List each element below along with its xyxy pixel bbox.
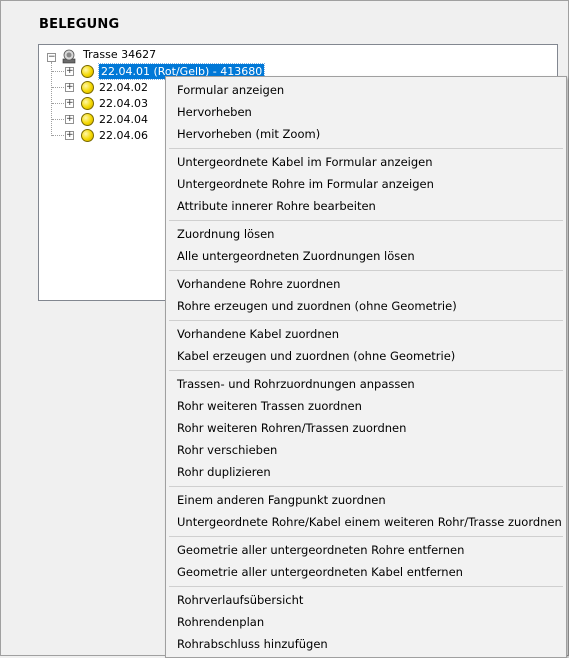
menu-item[interactable]: Rohr weiteren Trassen zuordnen bbox=[177, 395, 362, 417]
tree-child-label[interactable]: 22.04.03 bbox=[99, 96, 148, 111]
conduit-status-icon bbox=[81, 113, 94, 126]
menu-item[interactable]: Rohr verschieben bbox=[177, 439, 277, 461]
menu-separator bbox=[169, 148, 563, 149]
menu-separator bbox=[169, 536, 563, 537]
menu-item[interactable]: Rohrverlaufsübersicht bbox=[177, 589, 303, 611]
expander-glyph: + bbox=[66, 130, 74, 140]
menu-item[interactable]: Rohre erzeugen und zuordnen (ohne Geomet… bbox=[177, 295, 457, 317]
tree-line bbox=[52, 103, 64, 104]
child-expander[interactable]: + bbox=[65, 67, 74, 76]
menu-item[interactable]: Trassen- und Rohrzuordnungen anpassen bbox=[177, 373, 415, 395]
expander-glyph: + bbox=[66, 98, 74, 108]
expander-glyph: + bbox=[66, 66, 74, 76]
menu-item[interactable]: Kabel erzeugen und zuordnen (ohne Geomet… bbox=[177, 345, 455, 367]
menu-item[interactable]: Untergeordnete Rohre/Kabel einem weitere… bbox=[177, 511, 562, 533]
menu-item[interactable]: Untergeordnete Rohre im Formular anzeige… bbox=[177, 173, 434, 195]
tree-child-label[interactable]: 22.04.02 bbox=[99, 80, 148, 95]
menu-item[interactable]: Formular anzeigen bbox=[177, 79, 284, 101]
menu-separator bbox=[169, 586, 563, 587]
menu-item[interactable]: Geometrie aller untergeordneten Rohre en… bbox=[177, 539, 464, 561]
conduit-status-icon bbox=[81, 97, 94, 110]
root-expander[interactable]: − bbox=[47, 53, 56, 62]
expander-glyph: + bbox=[66, 114, 74, 124]
menu-separator bbox=[169, 370, 563, 371]
menu-item[interactable]: Rohr duplizieren bbox=[177, 461, 271, 483]
tree-child-label[interactable]: 22.04.04 bbox=[99, 112, 148, 127]
menu-separator bbox=[169, 220, 563, 221]
menu-item[interactable]: Vorhandene Rohre zuordnen bbox=[177, 273, 340, 295]
menu-item[interactable]: Untergeordnete Kabel im Formular anzeige… bbox=[177, 151, 433, 173]
conduit-status-icon bbox=[81, 65, 94, 78]
context-menu: Formular anzeigen Hervorheben Hervorheben … bbox=[165, 76, 567, 658]
menu-item[interactable]: Attribute innerer Rohre bearbeiten bbox=[177, 195, 376, 217]
menu-item[interactable]: Einem anderen Fangpunkt zuordnen bbox=[177, 489, 386, 511]
child-expander[interactable]: + bbox=[65, 99, 74, 108]
child-expander[interactable]: + bbox=[65, 83, 74, 92]
panel-title: BELEGUNG bbox=[39, 17, 120, 32]
menu-item[interactable]: Alle untergeordneten Zuordnungen lösen bbox=[177, 245, 415, 267]
menu-item[interactable]: Vorhandene Kabel zuordnen bbox=[177, 323, 339, 345]
expander-glyph: + bbox=[66, 82, 74, 92]
menu-separator bbox=[169, 270, 563, 271]
route-node-icon bbox=[62, 49, 76, 64]
menu-separator bbox=[169, 320, 563, 321]
menu-item[interactable]: Hervorheben (mit Zoom) bbox=[177, 123, 320, 145]
tree-root-label[interactable]: Trasse 34627 bbox=[83, 47, 156, 63]
menu-item[interactable]: Geometrie aller untergeordneten Kabel en… bbox=[177, 561, 463, 583]
menu-separator bbox=[169, 486, 563, 487]
menu-item[interactable]: Hervorheben bbox=[177, 101, 252, 123]
menu-item[interactable]: Zuordnung lösen bbox=[177, 223, 274, 245]
child-expander[interactable]: + bbox=[65, 131, 74, 140]
conduit-status-icon bbox=[81, 129, 94, 142]
conduit-status-icon bbox=[81, 81, 94, 94]
menu-item[interactable]: Rohrendenplan bbox=[177, 611, 264, 633]
tree-line bbox=[52, 87, 64, 88]
tree-line bbox=[52, 119, 64, 120]
menu-item[interactable]: Rohrabschluss hinzufügen bbox=[177, 633, 328, 655]
tree-line bbox=[52, 71, 64, 72]
tree-line bbox=[51, 62, 52, 136]
tree-line bbox=[52, 135, 64, 136]
expander-glyph: − bbox=[48, 52, 56, 62]
child-expander[interactable]: + bbox=[65, 115, 74, 124]
menu-item[interactable]: Rohr weiteren Rohren/Trassen zuordnen bbox=[177, 417, 406, 439]
tree-child-label[interactable]: 22.04.06 bbox=[99, 128, 148, 143]
